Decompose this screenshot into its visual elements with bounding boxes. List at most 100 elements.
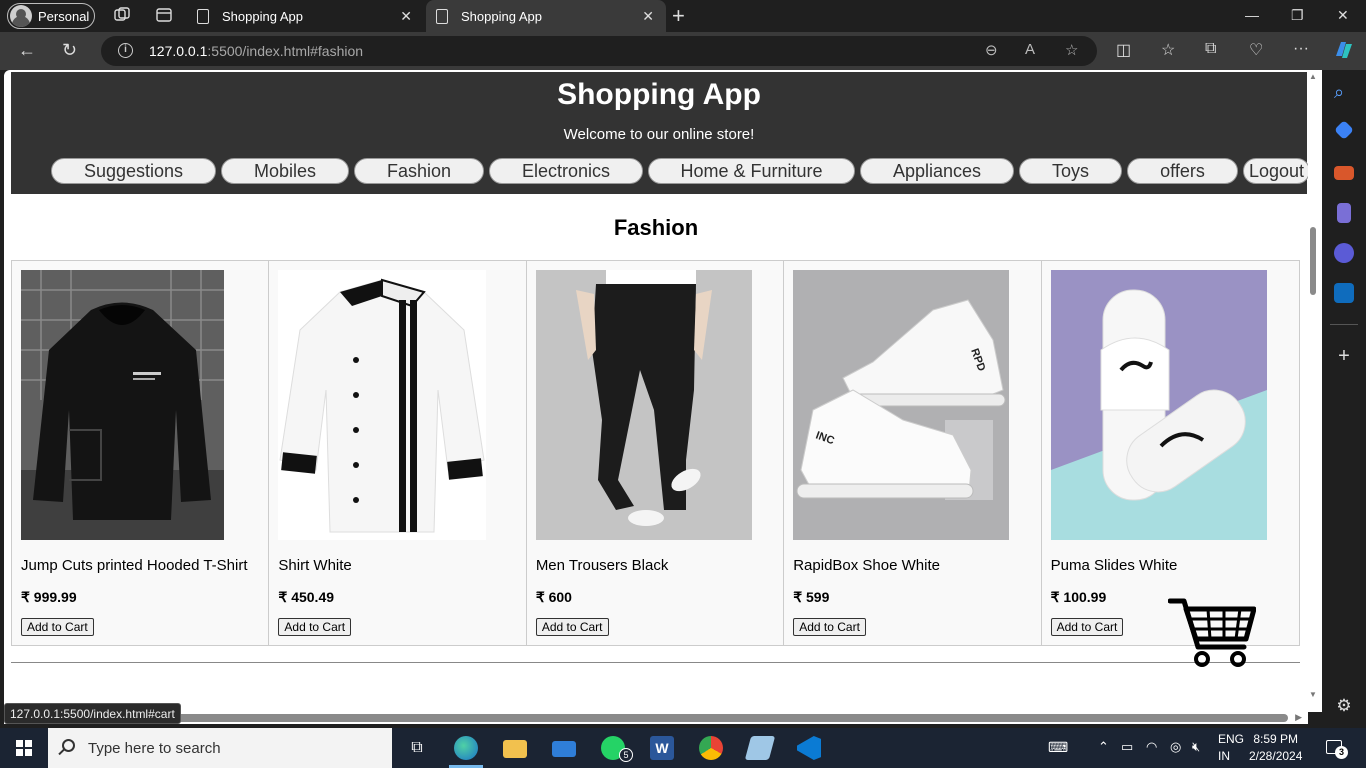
product-name: Shirt White — [278, 557, 352, 574]
favorites-icon[interactable]: ☆ — [1161, 40, 1175, 60]
file-explorer-icon[interactable] — [503, 740, 527, 758]
back-icon[interactable]: ← — [18, 40, 36, 61]
scroll-down-arrow[interactable]: ▼ — [1309, 690, 1317, 699]
add-to-cart-button[interactable]: Add to Cart — [793, 618, 866, 636]
restore-icon[interactable]: ❐ — [1291, 7, 1304, 24]
games-icon[interactable] — [1337, 203, 1351, 223]
product-name: RapidBox Shoe White — [793, 557, 940, 574]
product-card: Puma Slides White ₹ 100.99 Add to Cart — [1041, 261, 1300, 645]
tools-icon[interactable] — [1334, 166, 1354, 180]
read-aloud-icon[interactable]: A — [1025, 41, 1035, 58]
url-text[interactable]: 127.0.0.1:5500/index.html#fashion — [149, 43, 363, 59]
add-to-cart-button[interactable]: Add to Cart — [278, 618, 352, 636]
add-to-cart-button[interactable]: Add to Cart — [535, 618, 609, 636]
product-price: ₹ 600 — [535, 589, 572, 605]
vertical-scrollbar[interactable]: ▲ ▼ — [1308, 70, 1322, 712]
wifi-icon[interactable]: ◠ — [1146, 739, 1157, 755]
product-image-slides[interactable] — [1050, 270, 1267, 540]
refresh-icon[interactable]: ↻ — [62, 40, 77, 61]
settings-gear-icon[interactable]: ⚙ — [1334, 696, 1354, 716]
close-tab-icon[interactable]: ✕ — [642, 8, 654, 25]
search-placeholder: Type here to search — [88, 740, 221, 757]
tab-shopping-app-2[interactable]: Shopping App ✕ — [426, 0, 666, 32]
add-to-cart-button[interactable]: Add to Cart — [21, 618, 94, 636]
word-icon[interactable]: W — [650, 736, 674, 760]
close-window-icon[interactable]: ✕ — [1337, 7, 1349, 24]
scroll-right-arrow[interactable]: ▶ — [1295, 712, 1302, 723]
mail-icon[interactable] — [552, 741, 576, 757]
vertical-scroll-thumb[interactable] — [1310, 227, 1316, 295]
vscode-icon[interactable] — [797, 736, 821, 760]
product-card: INC RPD RapidBox Shoe White ₹ 599 Add to… — [784, 261, 1042, 645]
search-icon[interactable]: ⌕ — [1334, 82, 1354, 102]
camera-icon[interactable]: ◎ — [1170, 739, 1181, 755]
tab-title: Shopping App — [222, 8, 303, 24]
app-icon[interactable] — [744, 736, 776, 760]
profile-label: Personal — [38, 8, 90, 24]
collections-icon[interactable]: ⧉ — [1205, 40, 1216, 58]
close-tab-icon[interactable]: ✕ — [400, 8, 412, 25]
keyboard-icon[interactable]: ⌨ — [1048, 739, 1068, 756]
nav-home-furniture[interactable]: Home & Furniture — [648, 158, 855, 184]
horizontal-scrollbar[interactable]: ▶ — [4, 712, 1308, 724]
taskbar-search[interactable]: Type here to search — [48, 728, 392, 768]
new-tab-icon[interactable]: + — [672, 3, 685, 29]
product-image-shoes[interactable]: INC RPD — [793, 270, 1010, 540]
favorite-star-icon[interactable]: ☆ — [1065, 41, 1078, 59]
copilot-icon[interactable] — [1332, 38, 1356, 67]
shopping-tag-icon[interactable] — [1334, 120, 1354, 140]
volume-mute-icon[interactable]: 🔇︎ — [1192, 739, 1200, 755]
address-bar[interactable]: i 127.0.0.1:5500/index.html#fashion ⊖ A … — [101, 36, 1097, 66]
nav-toys[interactable]: Toys — [1019, 158, 1122, 184]
scroll-up-arrow[interactable]: ▲ — [1309, 72, 1317, 81]
page-icon — [436, 8, 448, 24]
horizontal-scroll-thumb[interactable] — [176, 714, 1288, 722]
add-to-cart-button[interactable]: Add to Cart — [1050, 618, 1124, 636]
task-view-icon[interactable]: ⧉ — [405, 736, 429, 760]
product-price: ₹ 450.49 — [278, 589, 335, 605]
section-title: Fashion — [613, 215, 699, 240]
minimize-icon[interactable]: — — [1245, 7, 1259, 23]
logout-button[interactable]: Logout — [1243, 158, 1308, 184]
start-button[interactable] — [16, 740, 32, 756]
language-indicator[interactable]: ENG IN — [1218, 731, 1244, 765]
show-hidden-icons-chevron[interactable]: ⌃ — [1098, 739, 1109, 755]
page-icon — [197, 8, 209, 24]
split-screen-icon[interactable]: ◫ — [1116, 40, 1131, 60]
nav-mobiles[interactable]: Mobiles — [221, 158, 349, 184]
battery-icon[interactable]: ▭ — [1121, 739, 1133, 755]
product-card: Men Trousers Black ₹ 600 Add to Cart — [526, 261, 785, 645]
outlook-icon[interactable] — [1334, 283, 1354, 303]
browser-tab-strip: Personal Shopping App ✕ Shopping App ✕ +… — [0, 0, 1366, 32]
product-card: Jump Cuts printed Hooded T-Shirt ₹ 999.9… — [12, 261, 270, 645]
add-icon[interactable]: + — [1334, 346, 1354, 366]
workspaces-icon[interactable] — [112, 6, 132, 26]
product-image-hoodie[interactable] — [21, 270, 224, 540]
windows-taskbar: Type here to search ⧉ 5 W ⌨ ⌃ ▭ ◠ ◎ 🔇︎ E… — [0, 728, 1366, 768]
zoom-out-icon[interactable]: ⊖ — [985, 41, 998, 59]
nav-fashion[interactable]: Fashion — [354, 158, 484, 184]
tab-shopping-app-1[interactable]: Shopping App ✕ — [187, 0, 424, 32]
cart-icon[interactable] — [1167, 597, 1257, 669]
browser-essentials-icon[interactable]: ♡ — [1249, 40, 1263, 60]
more-menu-icon[interactable]: ··· — [1293, 40, 1309, 58]
microsoft-365-icon[interactable] — [1334, 243, 1354, 263]
profile-button[interactable]: Personal — [7, 3, 95, 29]
nav-offers[interactable]: offers — [1127, 158, 1238, 184]
product-image-trousers[interactable] — [535, 270, 752, 540]
web-page: Shopping App Welcome to our online store… — [4, 70, 1308, 712]
edge-sidebar: ⌕ + ⚙ — [1322, 70, 1366, 724]
edge-taskbar-icon[interactable] — [454, 736, 478, 760]
product-grid: Jump Cuts printed Hooded T-Shirt ₹ 999.9… — [11, 260, 1300, 646]
nav-electronics[interactable]: Electronics — [489, 158, 643, 184]
category-nav: Suggestions Mobiles Fashion Electronics … — [51, 158, 1308, 184]
product-card: Shirt White ₹ 450.49 Add to Cart — [269, 261, 527, 645]
nav-appliances[interactable]: Appliances — [860, 158, 1014, 184]
site-info-icon[interactable]: i — [118, 43, 133, 58]
nav-suggestions[interactable]: Suggestions — [51, 158, 216, 184]
clock[interactable]: 8:59 PM 2/28/2024 — [1249, 731, 1302, 765]
sidebar-divider — [1330, 324, 1358, 325]
tab-actions-icon[interactable] — [154, 6, 174, 26]
product-image-shirt[interactable] — [278, 270, 487, 540]
chrome-icon[interactable] — [699, 736, 723, 760]
